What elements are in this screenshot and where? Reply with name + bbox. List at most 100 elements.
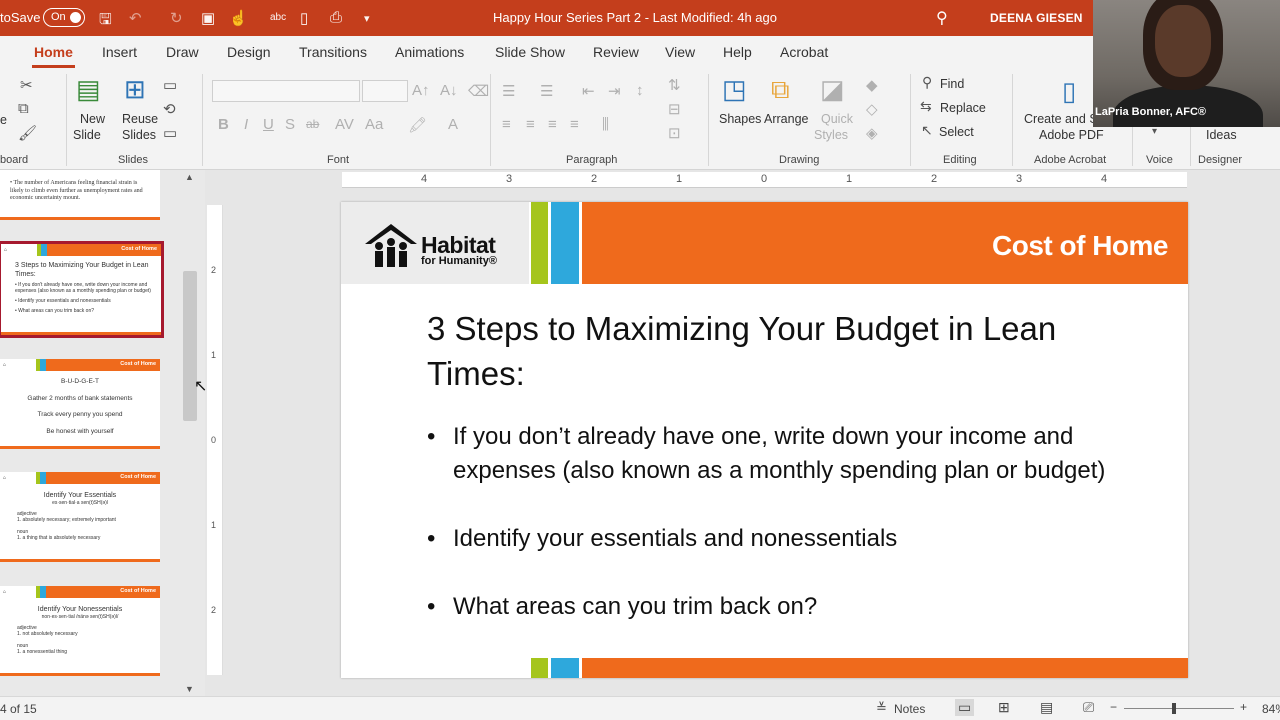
zoom-level[interactable]: 84% — [1262, 702, 1280, 716]
tab-transitions[interactable]: Transitions — [299, 44, 367, 60]
spacing-icon[interactable]: AV — [335, 116, 354, 133]
thumbnail-scrollbar[interactable]: ▲ ▼ — [182, 172, 198, 696]
slide-bullet-list[interactable]: If you don’t already have one, write dow… — [427, 420, 1157, 658]
touch-mode-icon[interactable]: ☝ — [229, 9, 248, 27]
quick-styles-icon[interactable]: ◪ — [820, 74, 845, 105]
notes-button[interactable]: Notes — [894, 702, 925, 716]
tab-home[interactable]: Home — [32, 44, 75, 68]
quick-styles-button-line2[interactable]: Styles — [814, 127, 848, 143]
cut-icon[interactable]: ✂ — [20, 76, 33, 94]
replace-button[interactable]: Replace — [940, 100, 986, 116]
create-pdf-button-line2[interactable]: Adobe PDF — [1039, 127, 1104, 143]
change-case-button[interactable]: Aa — [365, 116, 383, 133]
tab-help[interactable]: Help — [723, 44, 752, 60]
copy-icon[interactable]: ⧉ — [18, 100, 29, 117]
text-direction-icon[interactable]: ⇅ — [668, 76, 681, 94]
zoom-out-icon[interactable]: − — [1110, 700, 1117, 714]
shape-outline-icon[interactable]: ◇ — [866, 100, 878, 118]
tab-insert[interactable]: Insert — [102, 44, 137, 60]
ideas-button[interactable]: Ideas — [1206, 127, 1237, 143]
decrease-font-icon[interactable]: A↓ — [440, 82, 458, 99]
slide-header-title[interactable]: Cost of Home — [992, 230, 1169, 262]
tab-view[interactable]: View — [665, 44, 695, 60]
quick-styles-button-line1[interactable]: Quick — [821, 111, 853, 127]
select-icon[interactable]: ↖ — [921, 122, 933, 139]
slide-thumbnail-4[interactable]: ⌂ Cost of Home 3 Steps to Maximizing Your… — [0, 241, 164, 338]
align-text-icon[interactable]: ⊟ — [668, 100, 681, 118]
search-icon[interactable]: ⚲ — [936, 8, 948, 28]
slide-title[interactable]: 3 Steps to Maximizing Your Budget in Lea… — [427, 306, 1127, 396]
tab-review[interactable]: Review — [593, 44, 639, 60]
increase-font-icon[interactable]: A↑ — [412, 82, 430, 99]
shapes-icon[interactable]: ◳ — [722, 74, 747, 105]
font-family-dropdown[interactable] — [212, 80, 360, 102]
reset-icon[interactable]: ⟲ — [163, 100, 176, 118]
tab-animations[interactable]: Animations — [395, 44, 464, 60]
font-color-icon[interactable]: A — [448, 116, 458, 133]
bullets-icon[interactable]: ☰ — [502, 82, 515, 100]
find-button[interactable]: Find — [940, 76, 964, 92]
zoom-slider[interactable] — [1124, 708, 1234, 709]
slide-canvas[interactable]: Habitat for Humanity® Cost of Home 3 Ste… — [341, 202, 1188, 678]
bold-button[interactable]: B — [218, 116, 229, 133]
spelling-icon[interactable]: abc — [270, 12, 286, 23]
find-icon[interactable]: ⚲ — [922, 74, 932, 91]
italic-button[interactable]: I — [244, 116, 248, 133]
line-spacing-icon[interactable]: ↕ — [636, 82, 644, 99]
slideshow-view-icon[interactable]: ⎚ — [1083, 699, 1094, 716]
highlight-icon[interactable]: 🖍 — [408, 116, 427, 134]
undo-icon[interactable]: ↶ — [129, 9, 142, 27]
notes-icon[interactable]: ≚ — [876, 700, 887, 716]
strikethrough-button[interactable]: ab — [306, 117, 319, 131]
create-pdf-icon[interactable]: ▯ — [1062, 76, 1076, 107]
bullet-item[interactable]: Identify your essentials and nonessentia… — [427, 522, 1157, 556]
format-painter-icon[interactable]: 🖌 — [18, 124, 37, 142]
reuse-slides-button-line1[interactable]: Reuse — [122, 111, 158, 127]
tab-draw[interactable]: Draw — [166, 44, 199, 60]
decrease-indent-icon[interactable]: ⇤ — [582, 82, 595, 100]
replace-icon[interactable]: ⇆ — [920, 98, 932, 115]
align-center-icon[interactable]: ≡ — [526, 116, 535, 133]
new-file-icon[interactable]: ▯ — [300, 9, 308, 27]
new-slide-button-line2[interactable]: Slide — [73, 127, 101, 143]
reuse-slides-icon[interactable]: ⊞ — [124, 74, 146, 105]
smartart-icon[interactable]: ⊡ — [668, 124, 681, 142]
slide-thumbnail-7[interactable]: ⌂ Cost of Home Identify Your Nonessential… — [0, 586, 160, 676]
create-pdf-button-line1[interactable]: Create and S — [1024, 111, 1098, 127]
increase-indent-icon[interactable]: ⇥ — [608, 82, 621, 100]
slide-thumbnail-5[interactable]: ⌂ Cost of Home B-U-D-G-E-T Gather 2 month… — [0, 359, 160, 449]
select-button[interactable]: Select — [939, 124, 974, 140]
columns-icon[interactable]: ⫼ — [602, 116, 609, 133]
shape-fill-icon[interactable]: ◆ — [866, 76, 878, 94]
shadow-button[interactable]: S — [285, 116, 295, 133]
autosave-toggle[interactable]: On — [43, 8, 85, 27]
zoom-in-icon[interactable]: + — [1240, 700, 1247, 714]
shape-effects-icon[interactable]: ◈ — [866, 124, 878, 142]
reuse-slides-button-line2[interactable]: Slides — [122, 127, 156, 143]
layout-icon[interactable]: ▭ — [163, 76, 177, 94]
scrollbar-thumb[interactable] — [183, 271, 197, 421]
font-size-dropdown[interactable] — [362, 80, 408, 102]
align-left-icon[interactable]: ≡ — [502, 116, 511, 133]
user-name[interactable]: DEENA GIESEN — [990, 11, 1083, 25]
customize-qat-icon[interactable]: ▾ — [364, 12, 370, 25]
present-icon[interactable]: ▣ — [201, 9, 215, 27]
slide-thumbnail-3[interactable]: • The number of Americans feeling financ… — [0, 170, 160, 220]
dictate-chevron-icon[interactable]: ▾ — [1152, 126, 1157, 137]
tab-acrobat[interactable]: Acrobat — [780, 44, 828, 60]
new-slide-icon[interactable]: ▤ — [76, 74, 101, 105]
print-preview-icon[interactable]: ⎙ — [330, 9, 342, 26]
bullet-item[interactable]: If you don’t already have one, write dow… — [427, 420, 1157, 488]
new-slide-button-line1[interactable]: New — [80, 111, 105, 127]
document-title[interactable]: Happy Hour Series Part 2 - Last Modified… — [493, 10, 777, 25]
slide-thumbnail-6[interactable]: ⌂ Cost of Home Identify Your Essentials e… — [0, 472, 160, 562]
align-right-icon[interactable]: ≡ — [548, 116, 557, 133]
arrange-icon[interactable]: ⧉ — [771, 74, 790, 106]
scroll-up-icon[interactable]: ▲ — [185, 172, 194, 182]
numbering-icon[interactable]: ☰ — [540, 82, 553, 100]
reading-view-icon[interactable]: ▤ — [1040, 699, 1053, 716]
section-icon[interactable]: ▭ — [163, 124, 177, 142]
shapes-button[interactable]: Shapes — [719, 111, 761, 127]
tab-design[interactable]: Design — [227, 44, 271, 60]
justify-icon[interactable]: ≡ — [570, 116, 579, 133]
